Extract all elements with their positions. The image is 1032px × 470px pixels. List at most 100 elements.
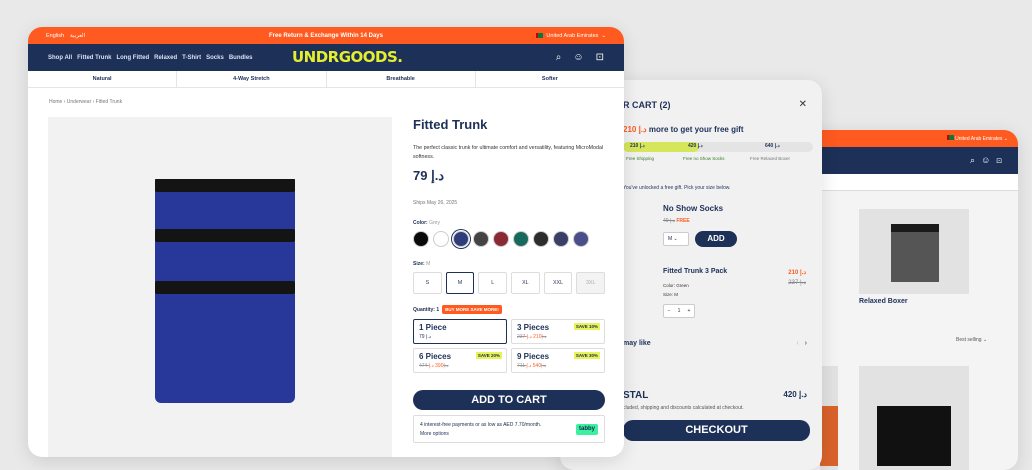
milestone-2: 420 د.إ [688, 143, 703, 149]
nav-link[interactable]: Bundles [229, 55, 253, 61]
quantity-stepper[interactable]: −1 + [663, 304, 695, 318]
color-label: Color: Grey [413, 220, 440, 226]
nav-link[interactable]: Long Fitted [116, 55, 149, 61]
breadcrumb[interactable]: Home › Underwear › Fitted Trunk [28, 88, 624, 114]
subtotal-value: 420 د.إ [783, 390, 807, 399]
gift-size-select[interactable]: M ⌄ [663, 232, 689, 246]
size-option[interactable]: L [478, 272, 508, 294]
nav-link[interactable]: T-Shirt [182, 55, 201, 61]
gift-progress-bar [623, 142, 813, 152]
milestone-label-2: Free no Show Socks [683, 156, 725, 161]
pack-price: 474 د.إ390 د.إ [419, 363, 449, 369]
ship-date: Ships May 26, 2025 [413, 200, 458, 206]
save-badge: SAVE 30% [573, 352, 600, 359]
search-icon[interactable]: ⌕ [970, 155, 981, 165]
color-swatch[interactable] [433, 231, 449, 247]
chevron-right-icon: › [804, 340, 807, 347]
milestone-3: 640 د.إ [765, 143, 780, 149]
product-card-image[interactable] [859, 209, 969, 294]
tabby-text: 4 interest-free payments or as low as AE… [420, 422, 542, 428]
size-option[interactable]: XXL [543, 272, 573, 294]
product-card-title[interactable]: Relaxed Boxer [859, 298, 908, 305]
gift-text: more to get your free gift [648, 125, 744, 134]
size-option[interactable]: XL [511, 272, 540, 294]
minus-icon[interactable]: − [668, 308, 671, 314]
tabby-logo: tabby [575, 424, 598, 435]
size-options: S M L XL XXL 3XL [413, 272, 606, 294]
pack-option[interactable]: 9 Pieces 711 د.إ540 د.إ SAVE 30% [511, 348, 605, 373]
milestone-label-3: Free Relaxed Boxer [750, 156, 791, 161]
buy-more-badge: BUY MORE SAVE MORE! [442, 305, 502, 314]
line-item-price: 210 د.إ 237 د.إ [788, 270, 806, 286]
nav-links: Shop All Fitted Trunk Long Fitted Relaxed T-… [48, 55, 253, 61]
bag-icon[interactable]: ⊡ [596, 52, 604, 63]
carousel-arrows[interactable]: ‹ › [796, 340, 807, 347]
save-badge: SAVE 10% [573, 323, 600, 330]
subtotal-label: STAL [623, 390, 649, 401]
save-badge: SAVE 20% [475, 352, 502, 359]
flag-icon [536, 33, 544, 38]
color-swatch[interactable] [473, 231, 489, 247]
color-swatch[interactable] [493, 231, 509, 247]
feature-item: Breathable [327, 71, 476, 87]
account-icon[interactable]: ☺ [981, 155, 996, 165]
sort-select[interactable]: Best selling ⌄ [956, 337, 987, 343]
color-swatch[interactable] [513, 231, 529, 247]
gift-item-name: No Show Socks [663, 204, 724, 213]
main-nav: Shop All Fitted Trunk Long Fitted Relaxed T-… [28, 44, 624, 71]
region-selector[interactable]: United Arab Emirates ⌄ [536, 33, 606, 39]
milestone-1: 210 د.إ [630, 143, 645, 149]
product-description: The perfect classic trunk for ultimate c… [413, 145, 604, 160]
color-swatch[interactable] [413, 231, 429, 247]
pack-option[interactable]: 3 Pieces 237 د.إ210 د.إ SAVE 10% [511, 319, 605, 344]
flag-icon [946, 135, 954, 140]
chevron-down-icon: ⌄ [601, 32, 606, 39]
nav-link[interactable]: Socks [206, 55, 224, 61]
product-image[interactable] [48, 117, 392, 457]
bag-icon[interactable]: ⊡ [996, 155, 1008, 165]
product-info: Fitted Trunk The perfect classic trunk f… [413, 117, 606, 443]
nav-link[interactable]: Shop All [48, 55, 72, 61]
product-card-image[interactable] [859, 366, 969, 470]
size-label: Size: M [413, 261, 431, 267]
pack-option[interactable]: 1 Piece 79 د.إ [413, 319, 507, 344]
pack-price: 237 د.إ210 د.إ [517, 334, 547, 340]
pack-name: 1 Piece [419, 323, 447, 332]
close-icon[interactable]: ✕ [799, 99, 807, 110]
add-to-cart-button[interactable]: ADD TO CART [413, 390, 605, 410]
milestone-label-1: Free Shipping [626, 156, 655, 161]
product-title: Fitted Trunk [413, 117, 488, 132]
pack-price: 79 د.إ [419, 334, 431, 340]
color-swatch[interactable] [533, 231, 549, 247]
pack-option[interactable]: 6 Pieces 474 د.إ390 د.إ SAVE 20% [413, 348, 507, 373]
chevron-left-icon: ‹ [796, 340, 799, 347]
add-gift-button[interactable]: ADD [695, 231, 737, 247]
color-swatch[interactable] [553, 231, 569, 247]
product-window: English العربية Free Return & Exchange W… [28, 27, 624, 457]
nav-link[interactable]: Fitted Trunk [77, 55, 111, 61]
color-swatch[interactable] [453, 231, 469, 247]
checkout-button[interactable]: CHECKOUT [623, 420, 810, 441]
nav-link[interactable]: Relaxed [154, 55, 177, 61]
tabby-box[interactable]: 4 interest-free payments or as low as AE… [413, 415, 605, 443]
color-swatch[interactable] [573, 231, 589, 247]
line-item-meta: Color: Green Size: M [663, 283, 689, 297]
size-option[interactable]: M [445, 272, 475, 294]
subtotal-note: cluded, shipping and discounts calculate… [623, 405, 744, 411]
size-option[interactable]: S [413, 272, 442, 294]
search-icon[interactable]: ⌕ [556, 52, 562, 63]
account-icon[interactable]: ☺ [573, 52, 583, 63]
gift-amount: 210 د.إ [623, 125, 647, 134]
promo-bar: English العربية Free Return & Exchange W… [28, 27, 624, 44]
product-card-image[interactable] [820, 366, 838, 470]
cart-title: R CART (2) [623, 100, 671, 110]
line-item-name[interactable]: Fitted Trunk 3 Pack [663, 268, 727, 275]
quantity-label: Quantity: 1 [413, 306, 440, 313]
logo[interactable]: UNDRGOODS. [292, 48, 403, 66]
collection-region[interactable]: United Arab Emirates [955, 136, 1002, 142]
plus-icon[interactable]: + [688, 308, 691, 314]
feature-item: 4-Way Stretch [177, 71, 327, 87]
pack-options: 1 Piece 79 د.إ 3 Pieces 237 د.إ210 د.إ SAVE … [413, 319, 605, 373]
size-option[interactable]: 3XL [576, 272, 606, 294]
tabby-more-link[interactable]: More options [420, 430, 598, 439]
